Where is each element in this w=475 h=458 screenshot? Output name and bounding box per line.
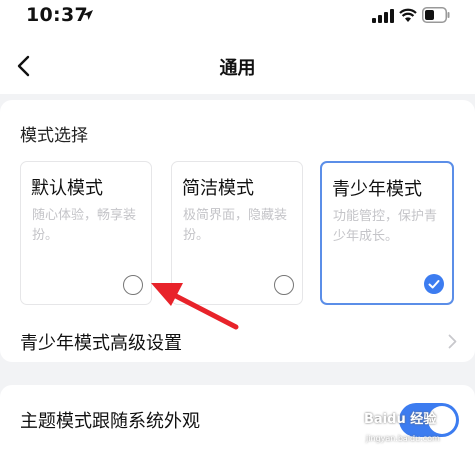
mode-radio-default[interactable] — [123, 275, 143, 295]
cellular-signal-icon — [372, 9, 394, 23]
nav-bar: 通用 — [0, 34, 475, 94]
mode-card-default[interactable]: 默认模式 随心体验，畅享装扮。 — [20, 161, 152, 305]
checkmark-icon — [428, 280, 440, 289]
mode-card-simple[interactable]: 简洁模式 极简界面，隐藏装扮。 — [171, 161, 303, 305]
location-arrow-icon — [83, 10, 93, 20]
mode-name: 默认模式 — [31, 178, 103, 199]
mode-radio-simple[interactable] — [274, 275, 294, 295]
toggle-knob — [428, 406, 456, 434]
mode-name: 简洁模式 — [182, 178, 254, 199]
mode-card-teen[interactable]: 青少年模式 功能管控，保护青少年成长。 — [320, 161, 454, 305]
theme-follow-system-toggle[interactable] — [399, 403, 459, 437]
mode-description: 随心体验，畅享装扮。 — [32, 208, 137, 243]
mode-name: 青少年模式 — [332, 179, 422, 200]
teen-advanced-settings-row[interactable]: 青少年模式高级设置 — [0, 320, 475, 362]
mode-description: 功能管控，保护青少年成长。 — [333, 209, 438, 244]
chevron-right-icon — [448, 334, 457, 349]
mode-radio-teen[interactable] — [424, 274, 444, 294]
theme-follow-system-label: 主题模式跟随系统外观 — [20, 411, 200, 432]
battery-icon — [422, 7, 450, 23]
mode-description: 极简界面，隐藏装扮。 — [183, 208, 288, 243]
mode-section-card: 模式选择 默认模式 随心体验，畅享装扮。 简洁模式 极简界面，隐藏装扮。 青少年… — [0, 100, 475, 362]
page-title: 通用 — [219, 58, 256, 79]
status-bar: 10:37 — [0, 0, 475, 34]
teen-advanced-settings-label: 青少年模式高级设置 — [20, 333, 182, 354]
mode-section-title: 模式选择 — [20, 126, 88, 146]
wifi-icon — [399, 8, 417, 22]
theme-card: 主题模式跟随系统外观 — [0, 385, 475, 458]
status-time: 10:37 — [26, 4, 88, 26]
